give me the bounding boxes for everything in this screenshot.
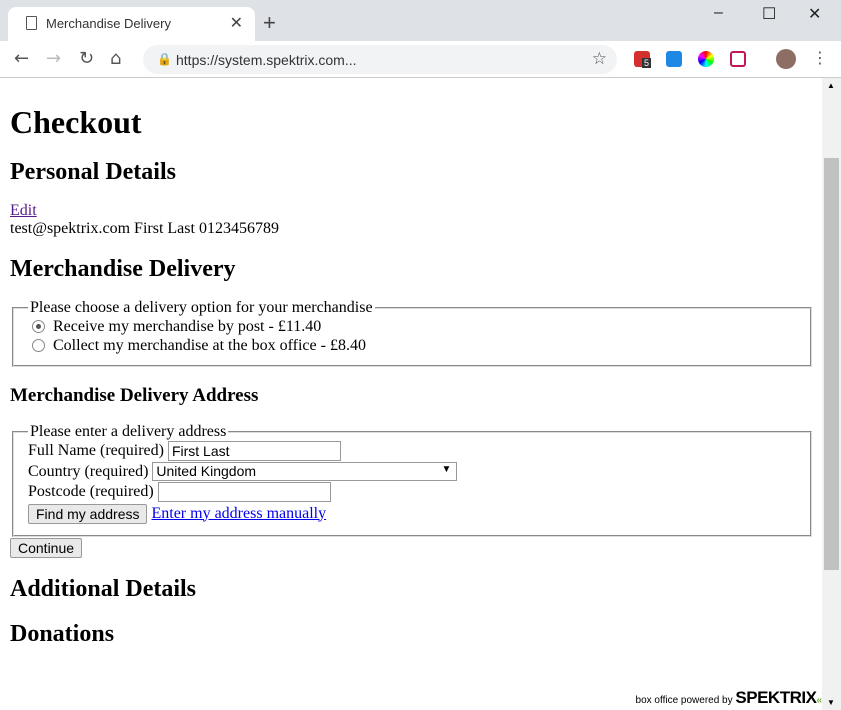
forward-icon[interactable]: → — [46, 48, 61, 69]
browser-toolbar: ← → ↻ ⌂ 🔒 https://system.spektrix.com...… — [0, 41, 841, 78]
browser-tab[interactable]: Merchandise Delivery ✕ — [8, 7, 255, 41]
close-window-button[interactable]: ✕ — [808, 4, 821, 24]
donations-heading: Donations — [10, 620, 115, 647]
extension-plus-icon[interactable] — [730, 51, 746, 67]
extension-lock-icon[interactable]: 5 — [634, 51, 652, 68]
delivery-option-collect[interactable]: Collect my merchandise at the box office… — [28, 336, 796, 355]
extension-blue-icon[interactable] — [666, 51, 682, 67]
delivery-option-post[interactable]: Receive my merchandise by post - £11.40 — [28, 317, 796, 336]
delivery-legend: Please choose a delivery option for your… — [30, 299, 373, 316]
extension-badge: 5 — [642, 58, 652, 68]
address-bar[interactable]: 🔒 https://system.spektrix.com... ☆ — [143, 45, 617, 74]
full-name-input[interactable]: First Last — [167, 441, 341, 462]
personal-summary: test@spektrix.com First Last 0123456789 — [10, 220, 279, 237]
menu-icon[interactable]: ⋮ — [812, 48, 828, 67]
minimize-button[interactable]: – — [714, 4, 723, 22]
bookmark-star-icon[interactable]: ☆ — [592, 49, 607, 69]
scrollbar-thumb[interactable] — [824, 158, 839, 570]
scroll-down-icon[interactable]: ▼ — [827, 698, 835, 707]
enter-address-manually-link[interactable]: Enter my address manually — [151, 505, 326, 523]
merchandise-delivery-heading: Merchandise Delivery — [10, 256, 236, 282]
page-icon — [26, 16, 37, 30]
home-icon[interactable]: ⌂ — [110, 48, 121, 69]
lock-icon: 🔒 — [157, 52, 172, 66]
country-select[interactable]: United Kingdom ▼ — [152, 462, 458, 482]
page-content: Checkout Personal Details Edit test@spek… — [0, 78, 822, 710]
powered-by-footer: box office powered by SPEKTRIX« — [631, 686, 822, 708]
browser-chrome: Merchandise Delivery ✕ + – ☐ ✕ ← → ↻ ⌂ 🔒… — [0, 0, 841, 78]
reload-icon[interactable]: ↻ — [79, 48, 94, 69]
full-name-label: Full Name (required) — [28, 442, 164, 460]
vertical-scrollbar[interactable]: ▲ ▼ — [822, 78, 841, 710]
delivery-address-heading: Merchandise Delivery Address — [10, 385, 259, 406]
country-label: Country (required) — [28, 462, 149, 480]
page-title: Checkout — [10, 104, 142, 140]
postcode-label: Postcode (required) — [28, 483, 154, 501]
continue-button[interactable]: Continue — [10, 537, 83, 558]
maximize-button[interactable]: ☐ — [762, 4, 776, 24]
radio-button[interactable] — [32, 320, 45, 333]
tab-title: Merchandise Delivery — [46, 16, 171, 31]
additional-details-heading: Additional Details — [10, 575, 197, 602]
new-tab-button[interactable]: + — [263, 10, 276, 36]
radio-button[interactable] — [32, 339, 45, 352]
option-label: Receive my merchandise by post - £11.40 — [53, 317, 322, 335]
postcode-input[interactable] — [157, 482, 331, 503]
option-label: Collect my merchandise at the box office… — [53, 336, 366, 354]
delivery-options-fieldset: Please choose a delivery option for your… — [12, 299, 812, 367]
extension-color-icon[interactable] — [698, 51, 714, 67]
edit-link[interactable]: Edit — [10, 202, 37, 219]
dropdown-arrow-icon: ▼ — [441, 464, 452, 476]
url-text: https://system.spektrix.com... — [176, 52, 357, 68]
spektrix-logo: SPEKTRIX — [735, 688, 817, 707]
close-tab-icon[interactable]: ✕ — [230, 13, 243, 33]
back-icon[interactable]: ← — [14, 48, 29, 69]
scroll-up-icon[interactable]: ▲ — [827, 81, 835, 90]
personal-details-heading: Personal Details — [10, 159, 176, 185]
country-value: United Kingdom — [156, 463, 257, 480]
find-address-button[interactable]: Find my address — [28, 503, 148, 524]
delivery-address-fieldset: Please enter a delivery address Full Nam… — [12, 423, 812, 537]
footer-text: box office powered by — [635, 695, 733, 706]
address-legend: Please enter a delivery address — [30, 423, 227, 440]
avatar[interactable] — [776, 49, 796, 69]
